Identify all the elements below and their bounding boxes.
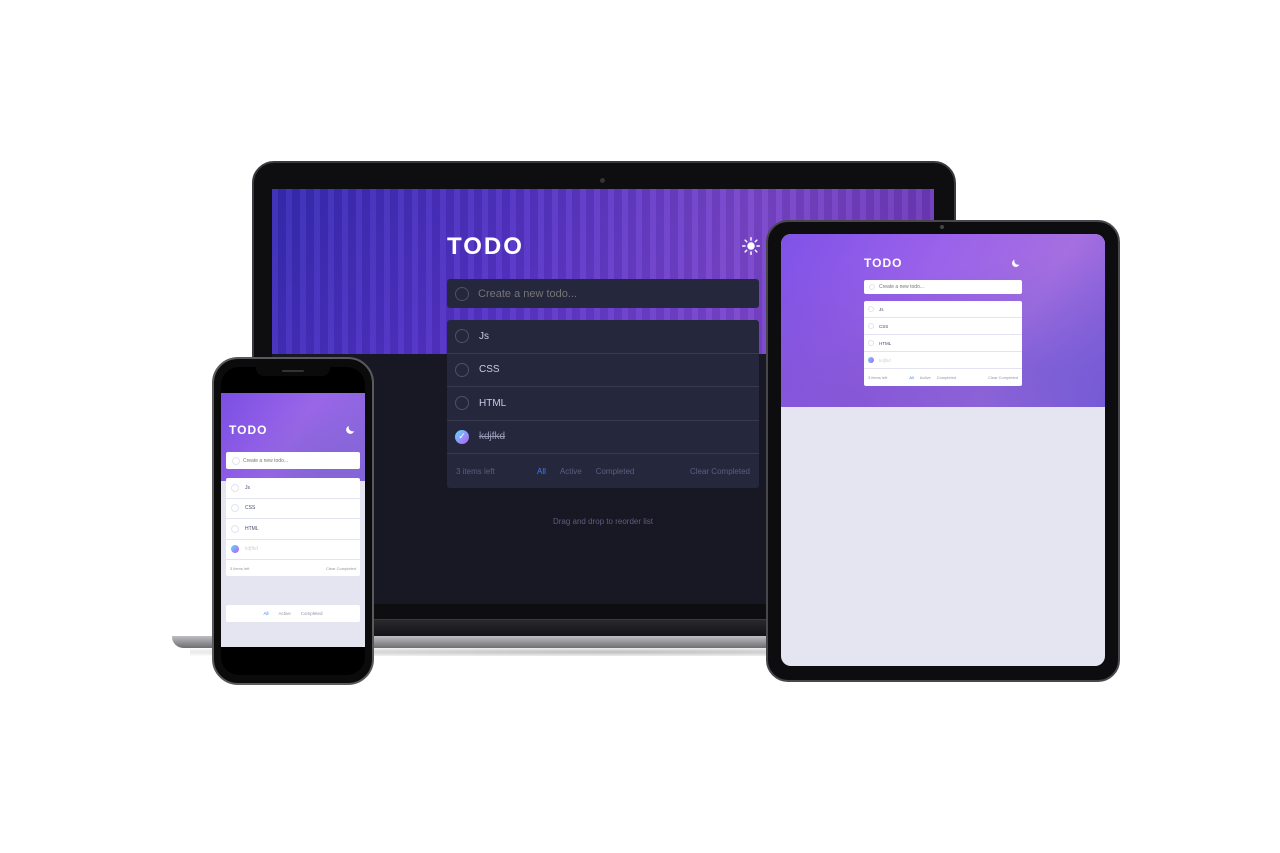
todo-item[interactable]: Js: [447, 320, 759, 354]
new-todo-input[interactable]: [879, 284, 1009, 290]
todo-checkbox[interactable]: [455, 396, 469, 411]
filter-all[interactable]: All: [909, 375, 913, 380]
todo-label: HTML: [879, 340, 892, 346]
todo-item[interactable]: kdjfkd: [226, 540, 360, 560]
filter-all[interactable]: All: [263, 611, 268, 616]
clear-completed-button[interactable]: Clear Completed: [988, 375, 1018, 380]
check-icon[interactable]: [868, 357, 874, 363]
filter-completed[interactable]: Completed: [301, 611, 323, 616]
todo-label: Js: [479, 330, 489, 342]
filter-active[interactable]: Active: [560, 467, 582, 476]
todo-label: Js: [879, 306, 884, 312]
page-title: TODO: [447, 233, 524, 260]
filter-completed[interactable]: Completed: [937, 375, 956, 380]
todo-item[interactable]: Js: [864, 301, 1022, 318]
phone-app: TODO Js CSS HTML kdjfkd: [221, 393, 365, 647]
new-todo-input[interactable]: [243, 457, 353, 464]
todo-checkbox[interactable]: [455, 362, 469, 377]
todo-label: kdjfkd: [879, 357, 891, 363]
new-todo-field: [447, 279, 759, 308]
page-title: TODO: [864, 256, 903, 270]
todo-item[interactable]: HTML: [447, 387, 759, 421]
todo-label: HTML: [479, 397, 507, 409]
tablet-camera: [940, 225, 944, 229]
filter-active[interactable]: Active: [278, 611, 290, 616]
check-icon[interactable]: ✓: [455, 429, 469, 444]
check-icon[interactable]: [231, 545, 239, 554]
list-footer: 3 items left All Active Completed Clear …: [447, 454, 759, 488]
new-todo-input[interactable]: [478, 287, 738, 300]
new-todo-checkbox[interactable]: [232, 456, 240, 465]
todo-checkbox[interactable]: [868, 323, 874, 329]
todo-list: Js CSS HTML ✓ kdjfkd 3 items left All Ac…: [447, 320, 759, 488]
laptop-camera: [600, 178, 605, 183]
todo-list: Js CSS HTML kdjfkd 3 items left Clear Co…: [226, 478, 360, 576]
todo-list: Js CSS HTML kdjfkd 3 items left All Acti…: [864, 301, 1022, 386]
todo-label: CSS: [479, 364, 500, 376]
todo-checkbox[interactable]: [231, 524, 239, 533]
todo-label: HTML: [245, 525, 259, 532]
filter-completed[interactable]: Completed: [596, 467, 635, 476]
todo-label: Js: [245, 484, 250, 491]
filter-all[interactable]: All: [537, 467, 546, 476]
tablet-screen: TODO Js CSS HTML kdjfkd 3 items left All…: [781, 234, 1105, 666]
items-left-count: 3 items left: [456, 466, 495, 476]
new-todo-checkbox[interactable]: [869, 284, 875, 290]
todo-item[interactable]: HTML: [864, 335, 1022, 352]
new-todo-field: [226, 452, 360, 469]
new-todo-field: [864, 280, 1022, 294]
filter-active[interactable]: Active: [920, 375, 931, 380]
phone-speaker: [282, 370, 304, 372]
clear-completed-button[interactable]: Clear Completed: [326, 566, 356, 571]
todo-item[interactable]: CSS: [447, 354, 759, 387]
todo-checkbox[interactable]: [868, 340, 874, 346]
list-footer: 3 items left All Active Completed Clear …: [864, 369, 1022, 386]
filter-tabs: All Active Completed: [537, 467, 634, 476]
todo-item[interactable]: CSS: [864, 318, 1022, 335]
filter-tabs: All Active Completed: [226, 605, 360, 622]
todo-checkbox[interactable]: [455, 329, 469, 344]
phone-screen: TODO Js CSS HTML kdjfkd: [221, 367, 365, 675]
drag-hint: Drag and drop to reorder list: [552, 517, 654, 526]
todo-label: kdjfkd: [479, 431, 506, 443]
items-left-count: 3 items left: [230, 565, 250, 571]
todo-item[interactable]: HTML: [226, 519, 360, 540]
todo-checkbox[interactable]: [231, 483, 239, 492]
filter-tabs: All Active Completed: [909, 375, 956, 380]
list-footer: 3 items left Clear Completed: [226, 560, 360, 576]
todo-checkbox[interactable]: [231, 504, 239, 513]
page-title: TODO: [229, 423, 268, 437]
todo-item[interactable]: ✓ kdjfkd: [447, 421, 759, 454]
todo-label: CSS: [879, 323, 889, 329]
moon-icon[interactable]: [345, 424, 356, 435]
moon-icon[interactable]: [1011, 258, 1021, 268]
sun-icon[interactable]: [742, 237, 760, 255]
clear-completed-button[interactable]: Clear Completed: [690, 467, 750, 476]
todo-label: CSS: [245, 505, 256, 512]
todo-item[interactable]: Js: [226, 478, 360, 499]
new-todo-checkbox[interactable]: [455, 286, 469, 301]
todo-item[interactable]: CSS: [226, 499, 360, 519]
todo-checkbox[interactable]: [868, 306, 874, 312]
todo-label: kdjfkd: [245, 546, 259, 553]
items-left-count: 3 items left: [868, 375, 888, 380]
todo-item[interactable]: kdjfkd: [864, 352, 1022, 369]
